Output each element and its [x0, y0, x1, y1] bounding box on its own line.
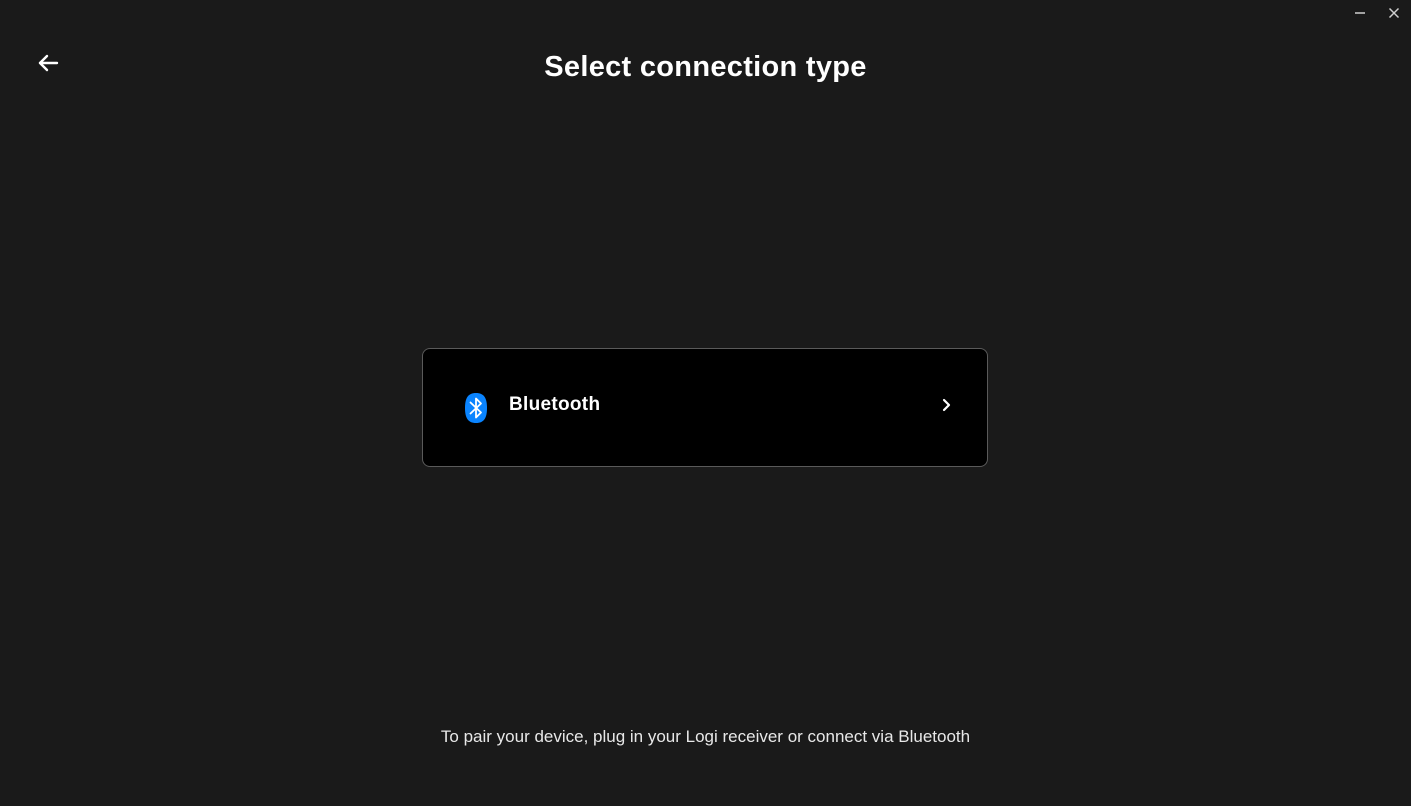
app-window: Select connection type Bluetooth To pair… — [0, 0, 1411, 806]
page-title: Select connection type — [544, 51, 867, 83]
close-icon — [1388, 7, 1400, 19]
bluetooth-icon — [463, 392, 489, 424]
bluetooth-option-card[interactable]: Bluetooth — [422, 348, 988, 467]
window-controls — [1343, 0, 1411, 26]
pairing-hint: To pair your device, plug in your Logi r… — [440, 727, 971, 746]
close-button[interactable] — [1377, 0, 1411, 26]
minimize-icon — [1354, 7, 1366, 19]
minimize-button[interactable] — [1343, 0, 1377, 26]
chevron-right-icon — [937, 395, 957, 415]
bluetooth-option-label: Bluetooth — [509, 393, 601, 415]
